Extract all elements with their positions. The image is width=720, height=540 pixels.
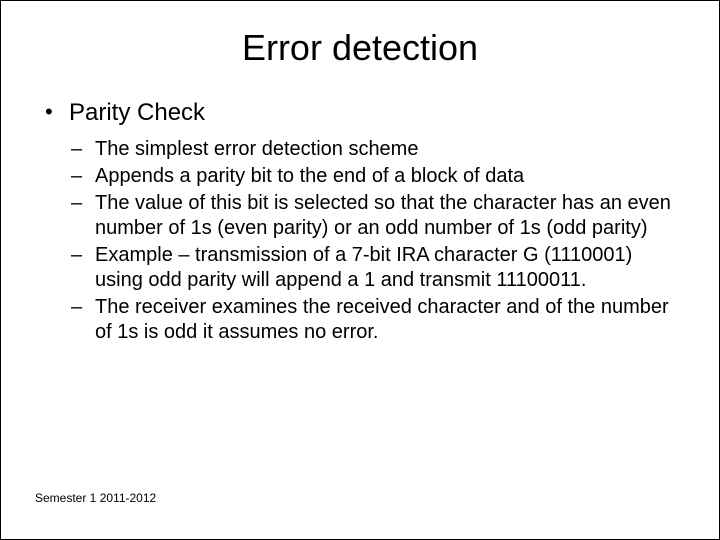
list-item: Parity Check The simplest error detectio… [41,99,679,345]
list-item: Example – transmission of a 7-bit IRA ch… [69,243,679,293]
list-item-text: Example – transmission of a 7-bit IRA ch… [95,244,632,291]
list-item: Appends a parity bit to the end of a blo… [69,164,679,189]
list-item-text: The simplest error detection scheme [95,138,418,160]
slide-body: Parity Check The simplest error detectio… [1,99,719,345]
bullet-list-level2: The simplest error detection scheme Appe… [69,137,679,345]
list-item-text: Appends a parity bit to the end of a blo… [95,165,524,187]
slide-footer: Semester 1 2011-2012 [35,491,156,505]
list-item: The simplest error detection scheme [69,137,679,162]
list-item-text: The value of this bit is selected so tha… [95,192,671,239]
list-item-label: Parity Check [69,99,205,126]
list-item: The receiver examines the received chara… [69,295,679,345]
list-item: The value of this bit is selected so tha… [69,191,679,241]
slide-title: Error detection [1,27,719,69]
slide: Error detection Parity Check The simples… [0,0,720,540]
bullet-list-level1: Parity Check The simplest error detectio… [41,99,679,345]
list-item-text: The receiver examines the received chara… [95,296,669,343]
